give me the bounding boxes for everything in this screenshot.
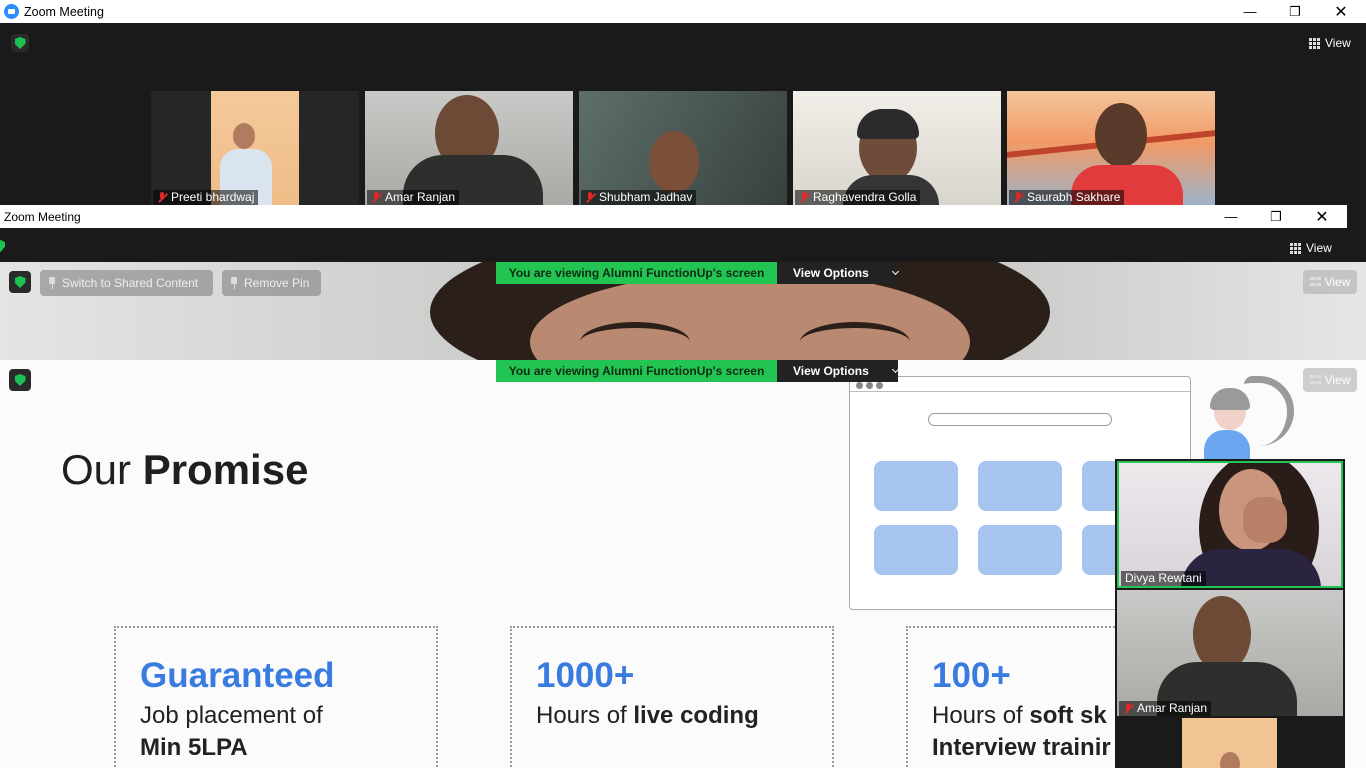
person-illustration xyxy=(1200,374,1300,464)
screen-share-banner: You are viewing Alumni FunctionUp's scre… xyxy=(496,360,899,382)
chevron-down-icon xyxy=(891,267,899,276)
card-line-bold: Interview trainir xyxy=(932,734,1111,761)
zoom-logo-icon xyxy=(4,4,19,19)
minimize-icon[interactable]: — xyxy=(1208,205,1254,228)
view-options-label: View Options xyxy=(793,266,869,280)
grid-icon xyxy=(1290,242,1301,254)
card-line: Job placement of xyxy=(140,702,323,729)
pin-icon xyxy=(230,277,238,289)
slide-title: Our Promise xyxy=(61,446,308,494)
participant-video-tile[interactable]: Raghavendra Golla xyxy=(793,91,1001,205)
participant-video-tile[interactable]: Amar Ranjan xyxy=(365,91,573,205)
security-shield-icon[interactable] xyxy=(11,34,29,52)
view-options-button[interactable]: View Options xyxy=(777,262,899,284)
switch-label: Switch to Shared Content xyxy=(62,276,199,290)
participant-name: Amar Ranjan xyxy=(385,190,456,204)
front-window-toolbar xyxy=(0,228,1366,262)
grid-icon xyxy=(1309,37,1320,49)
card-line-bold: Min 5LPA xyxy=(140,734,248,761)
card-line-bold: live coding xyxy=(633,702,759,729)
close-icon[interactable]: ✕ xyxy=(1318,0,1364,23)
card-line-bold: soft sk xyxy=(1029,702,1107,729)
participant-video-tile[interactable]: Shubham Jadhav xyxy=(579,91,787,205)
card-line-plain: Hours of xyxy=(536,702,634,729)
participant-name-tag: Shubham Jadhav xyxy=(581,190,697,205)
participant-video-tile[interactable]: Divya Rewtani xyxy=(1117,461,1343,588)
screen-share-banner: You are viewing Alumni FunctionUp's scre… xyxy=(496,262,899,284)
mic-muted-icon xyxy=(157,192,167,203)
pin-icon xyxy=(48,277,56,289)
slide-title-bold: Promise xyxy=(142,446,309,493)
front-window-title: Zoom Meeting xyxy=(4,209,81,224)
view-button[interactable]: View xyxy=(1290,241,1332,255)
slide-title-light: Our xyxy=(61,446,143,493)
participant-name: Amar Ranjan xyxy=(1137,701,1208,715)
security-shield-icon[interactable] xyxy=(9,369,31,391)
participant-name-tag: Amar Ranjan xyxy=(1119,701,1212,716)
view-label: View xyxy=(1324,373,1351,387)
mic-muted-icon xyxy=(799,192,809,203)
remove-pin-button[interactable]: Remove Pin xyxy=(222,270,321,296)
chevron-down-icon xyxy=(891,365,899,374)
view-label: View xyxy=(1324,275,1351,289)
participant-name: Preeti bhardwaj xyxy=(171,190,255,204)
promise-card: 1000+ Hours of live coding xyxy=(510,626,834,768)
participant-name: Raghavendra Golla xyxy=(813,190,917,204)
share-status-text: You are viewing Alumni FunctionUp's scre… xyxy=(496,360,777,382)
participant-video-tile[interactable]: Amar Ranjan xyxy=(1117,590,1343,716)
view-label: View xyxy=(1306,241,1332,255)
participant-name: Saurabh Sakhare xyxy=(1027,190,1121,204)
card-line-plain: Hours of xyxy=(932,702,1030,729)
participant-name-tag: Divya Rewtani xyxy=(1121,571,1206,586)
participant-name: Divya Rewtani xyxy=(1125,571,1202,585)
mic-muted-icon xyxy=(585,192,595,203)
participant-video-tile[interactable] xyxy=(1182,718,1277,768)
participant-name: Shubham Jadhav xyxy=(599,190,693,204)
grid-icon xyxy=(1309,374,1321,386)
slide-view-button[interactable]: View xyxy=(1303,270,1357,294)
card-line: Hours of soft sk xyxy=(932,702,1107,730)
mic-muted-icon xyxy=(1013,192,1023,203)
back-window-title: Zoom Meeting xyxy=(24,4,104,19)
view-options-button[interactable]: View Options xyxy=(777,360,899,382)
card-headline: 100+ xyxy=(932,656,1011,695)
mic-muted-icon xyxy=(1123,703,1133,714)
minimize-icon[interactable]: — xyxy=(1227,0,1273,23)
participant-name-tag: Saurabh Sakhare xyxy=(1009,190,1125,205)
participant-video-tile[interactable]: Preeti bhardwaj xyxy=(151,91,359,205)
participant-video-tile[interactable]: Saurabh Sakhare xyxy=(1007,91,1215,205)
view-options-label: View Options xyxy=(793,364,869,378)
back-window-titlebar: Zoom Meeting — ❐ ✕ xyxy=(0,0,1366,23)
promise-card: Guaranteed Job placement of Min 5LPA xyxy=(114,626,438,768)
view-label: View xyxy=(1325,36,1351,50)
participant-name-tag: Preeti bhardwaj xyxy=(153,190,259,205)
grid-icon xyxy=(1309,276,1321,288)
card-headline: 1000+ xyxy=(536,656,635,695)
card-headline: Guaranteed xyxy=(140,656,335,695)
share-status-text: You are viewing Alumni FunctionUp's scre… xyxy=(496,262,777,284)
slide-view-button[interactable]: View xyxy=(1303,368,1357,392)
mic-muted-icon xyxy=(371,192,381,203)
restore-icon[interactable]: ❐ xyxy=(1253,205,1299,228)
remove-pin-label: Remove Pin xyxy=(244,276,310,290)
security-shield-icon[interactable] xyxy=(9,271,31,293)
view-button[interactable]: View xyxy=(1309,36,1351,50)
participant-name-tag: Raghavendra Golla xyxy=(795,190,921,205)
switch-to-shared-content-button[interactable]: Switch to Shared Content xyxy=(40,270,213,296)
participant-name-tag: Amar Ranjan xyxy=(367,190,460,205)
card-line: Hours of live coding xyxy=(536,702,759,730)
close-icon[interactable]: ✕ xyxy=(1299,205,1345,228)
restore-icon[interactable]: ❐ xyxy=(1272,0,1318,23)
front-window-titlebar: Zoom Meeting — ❐ ✕ xyxy=(0,205,1347,228)
